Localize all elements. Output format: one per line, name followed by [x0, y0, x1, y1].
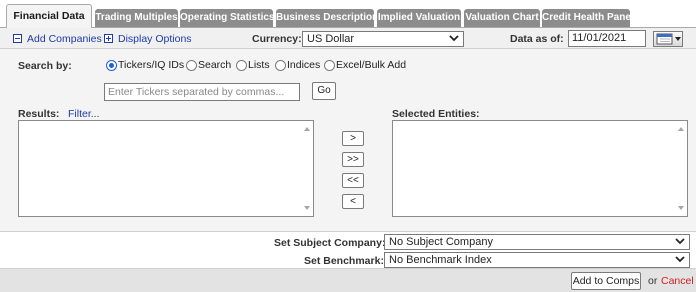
display-options-link[interactable]: Display Options: [118, 33, 192, 45]
radio-tickers-label[interactable]: Tickers/IQ IDs: [118, 59, 184, 71]
chevron-down-icon: [449, 35, 459, 42]
results-label: Results:: [18, 108, 60, 120]
collapse-icon[interactable]: [13, 34, 22, 43]
selected-entities-label: Selected Entities:: [392, 108, 480, 120]
benchmark-label: Set Benchmark:: [304, 255, 384, 267]
subject-company-select[interactable]: No Subject Company: [384, 234, 690, 250]
radio-excel-bulk-add-label[interactable]: Excel/Bulk Add: [336, 59, 406, 71]
scroll-up-icon[interactable]: [678, 127, 684, 131]
currency-select[interactable]: US Dollar: [302, 31, 464, 47]
data-as-of-input[interactable]: 11/01/2021: [568, 30, 646, 47]
subject-company-label: Set Subject Company:: [274, 237, 386, 249]
radio-lists[interactable]: [236, 60, 247, 71]
radio-indices-label[interactable]: Indices: [287, 59, 320, 71]
calendar-icon: [656, 33, 681, 45]
tab-valuation-chart[interactable]: Valuation Chart: [464, 9, 540, 27]
tab-operating-statistics[interactable]: Operating Statistics: [180, 9, 274, 27]
chevron-down-icon: [675, 238, 685, 245]
ticker-search-input[interactable]: Enter Tickers separated by commas...: [104, 83, 300, 101]
filter-link[interactable]: Filter...: [68, 108, 100, 120]
toolbar: Add Companies Display Options Currency: …: [0, 28, 696, 49]
scroll-up-icon[interactable]: [304, 127, 310, 131]
footer: Add to Comps or Cancel: [0, 268, 696, 292]
add-to-comps-button[interactable]: Add to Comps: [571, 272, 641, 290]
data-as-of-value: 11/01/2021: [572, 32, 627, 44]
radio-search[interactable]: [186, 60, 197, 71]
add-selected-button[interactable]: >: [342, 131, 364, 146]
add-all-button[interactable]: >>: [342, 152, 364, 167]
scroll-down-icon[interactable]: [304, 206, 310, 210]
tab-bar: Financial Data Trading Multiples Operati…: [0, 0, 696, 29]
or-text: or: [648, 275, 658, 287]
chevron-down-icon: [675, 256, 685, 263]
tab-trading-multiples[interactable]: Trading Multiples: [95, 9, 178, 27]
radio-lists-label[interactable]: Lists: [248, 59, 270, 71]
selected-entities-listbox[interactable]: [392, 120, 688, 217]
radio-indices[interactable]: [275, 60, 286, 71]
radio-tickers[interactable]: [106, 60, 117, 71]
currency-value: US Dollar: [307, 33, 355, 45]
subject-benchmark-area: Set Subject Company: No Subject Company …: [0, 231, 696, 268]
calendar-button[interactable]: [653, 31, 683, 47]
benchmark-value: No Benchmark Index: [389, 254, 492, 266]
tab-business-description[interactable]: Business Description: [276, 9, 378, 27]
radio-excel-bulk-add[interactable]: [324, 60, 335, 71]
cancel-link[interactable]: Cancel: [661, 275, 694, 287]
benchmark-select[interactable]: No Benchmark Index: [384, 252, 690, 268]
main-panel: Search by: Tickers/IQ IDs Search Lists I…: [0, 49, 696, 231]
subject-company-value: No Subject Company: [389, 236, 493, 248]
radio-search-label[interactable]: Search: [198, 59, 231, 71]
currency-label: Currency:: [252, 33, 302, 45]
go-button[interactable]: Go: [312, 82, 336, 100]
scroll-down-icon[interactable]: [678, 206, 684, 210]
add-companies-link[interactable]: Add Companies: [27, 33, 102, 45]
expand-icon[interactable]: [104, 34, 113, 43]
tab-implied-valuation[interactable]: Implied Valuation: [377, 9, 461, 27]
tab-financial-data[interactable]: Financial Data: [6, 4, 92, 29]
tab-credit-health-panel[interactable]: Credit Health Panel: [542, 9, 634, 27]
search-by-label: Search by:: [18, 60, 72, 72]
results-listbox[interactable]: [18, 120, 314, 217]
data-as-of-label: Data as of:: [510, 33, 564, 45]
remove-selected-button[interactable]: <: [342, 194, 364, 209]
remove-all-button[interactable]: <<: [342, 173, 364, 188]
